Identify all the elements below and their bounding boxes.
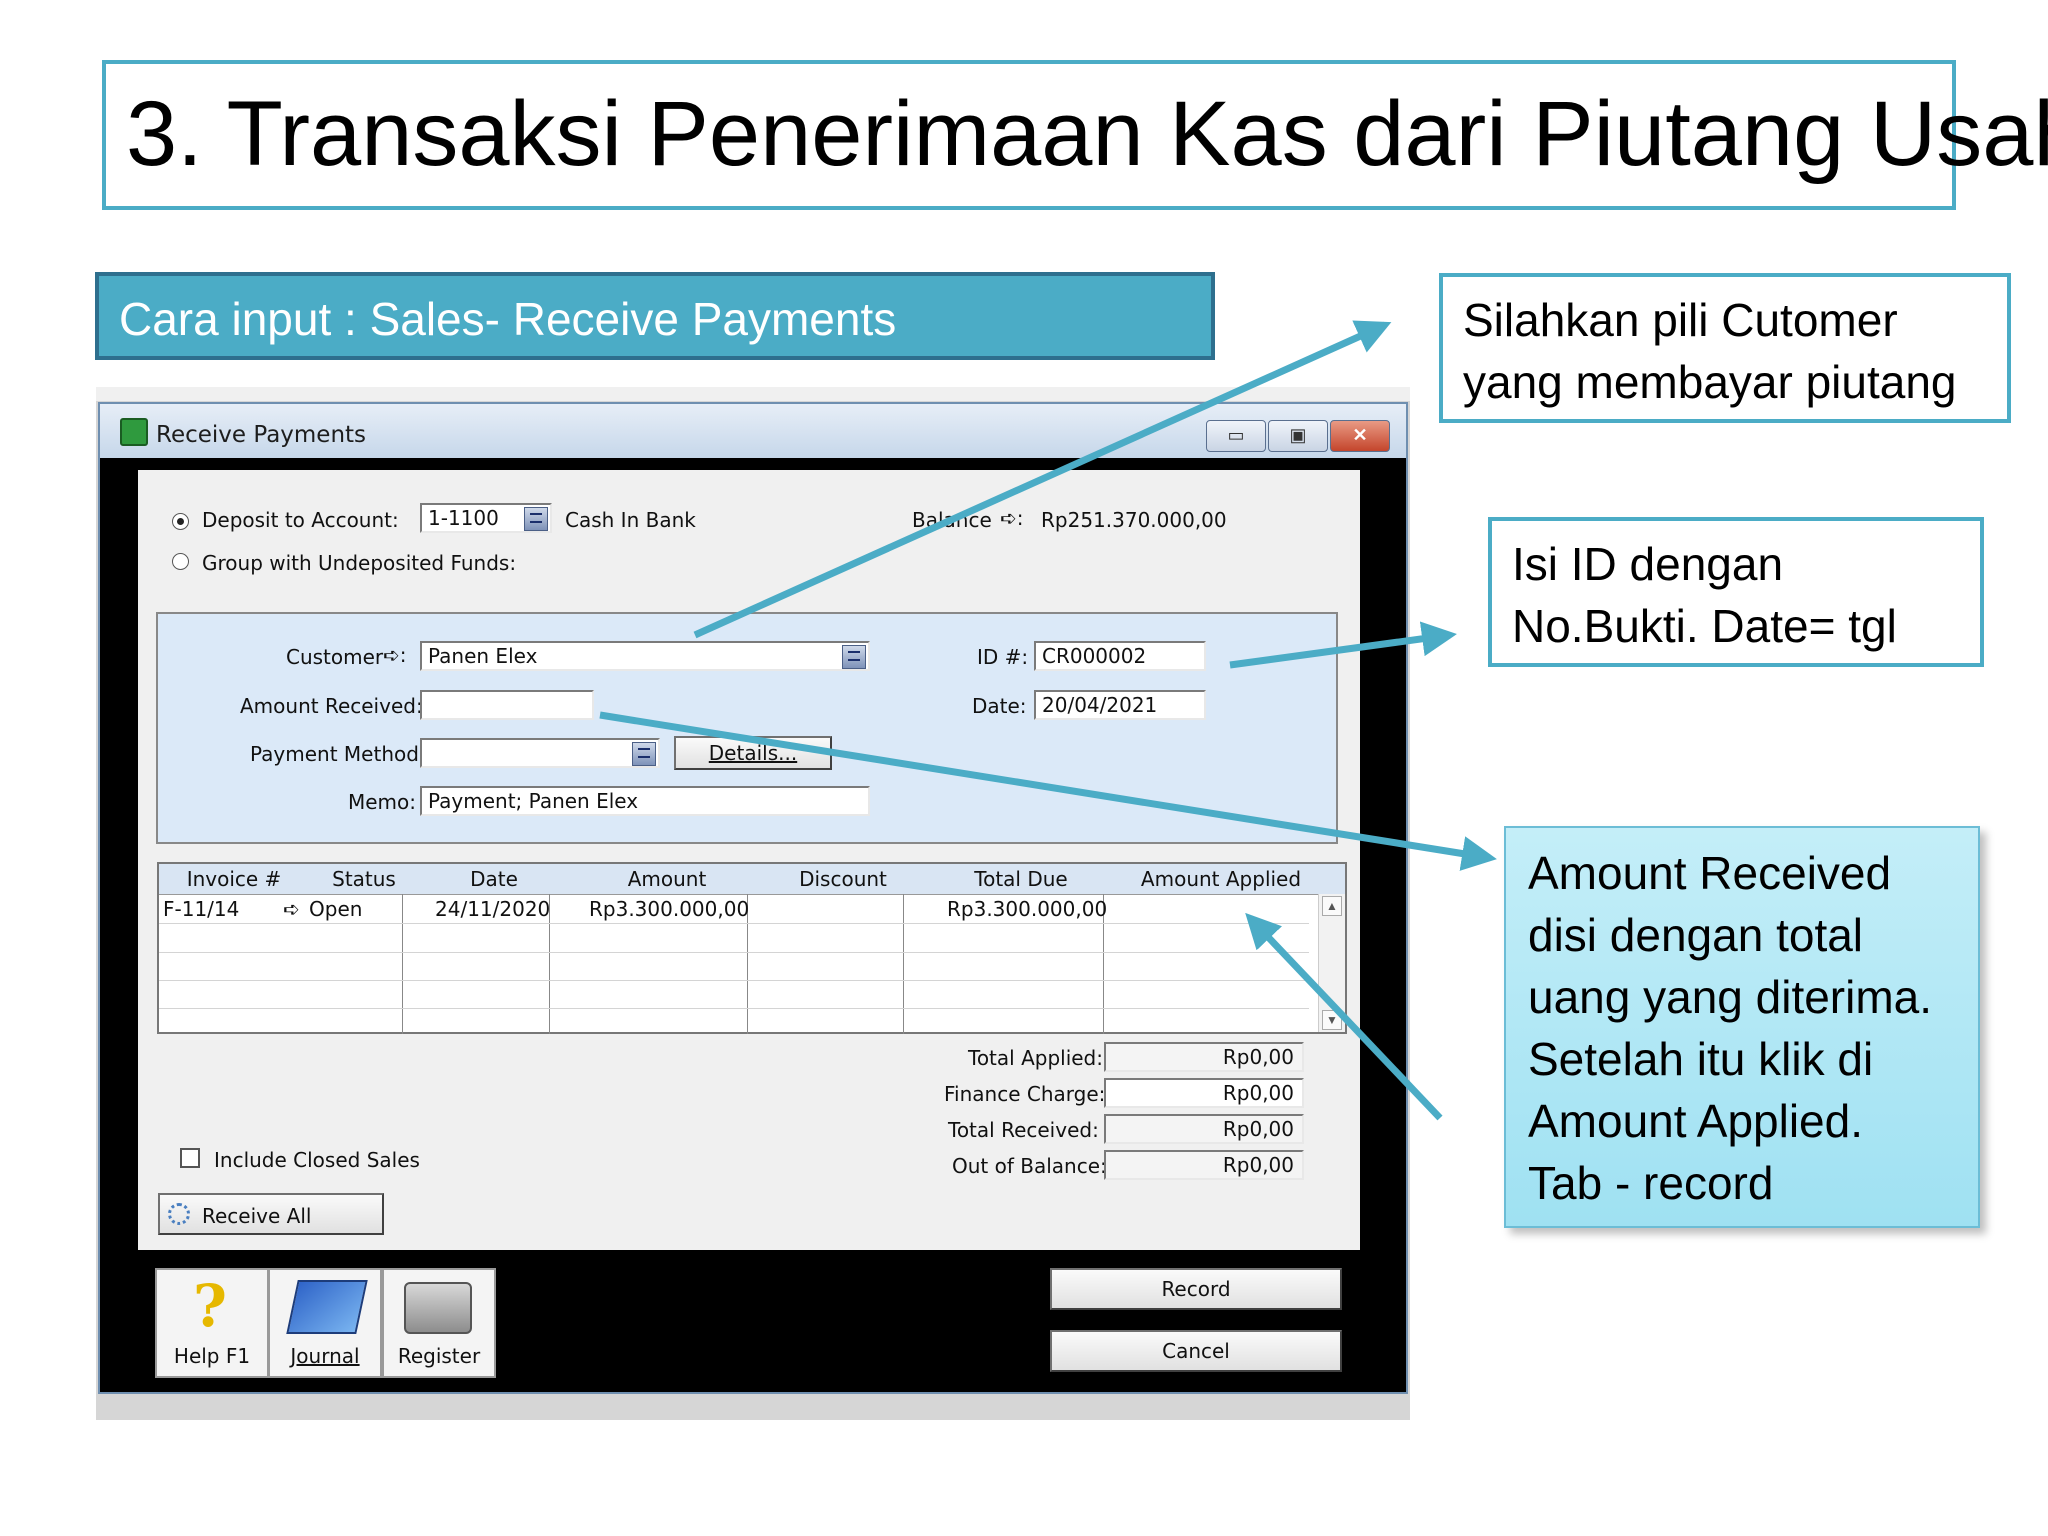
arrow-customer: [693, 320, 1392, 639]
arrow-amount-applied: [1245, 912, 1443, 1121]
arrow-amount-received: [599, 711, 1497, 871]
arrow-id: [1229, 621, 1457, 669]
annotation-arrows: [599, 320, 1497, 1121]
